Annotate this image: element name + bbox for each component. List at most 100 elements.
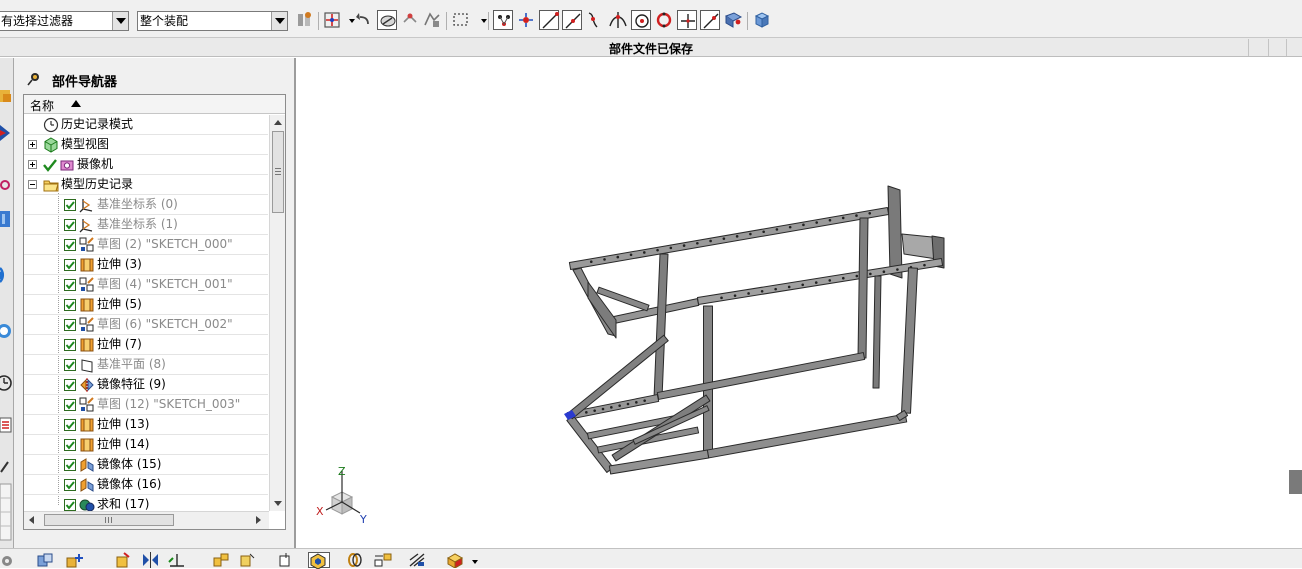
resize-handle[interactable] xyxy=(1289,470,1302,494)
chevron-down-icon[interactable] xyxy=(112,12,128,30)
column-header-name[interactable]: 名称 xyxy=(30,97,54,114)
feature-checkbox[interactable] xyxy=(64,359,76,371)
history-tab-icon[interactable] xyxy=(0,320,13,342)
feature-checkbox[interactable] xyxy=(64,279,76,291)
feature-checkbox[interactable] xyxy=(64,299,76,311)
measure-icon[interactable] xyxy=(422,10,442,30)
snap-quadrant-icon[interactable] xyxy=(654,10,674,30)
tree-row[interactable]: 草图 (12) "SKETCH_003" xyxy=(24,395,268,415)
constraint-navigator-tab-icon[interactable] xyxy=(0,122,13,144)
frame-member[interactable] xyxy=(887,185,903,279)
tree-row[interactable]: 拉伸 (14) xyxy=(24,435,268,455)
tree-row[interactable]: 镜像特征 (9) xyxy=(24,375,268,395)
frame-member[interactable] xyxy=(706,413,908,459)
scroll-down-icon[interactable] xyxy=(274,501,282,506)
snap-existing-point-icon[interactable] xyxy=(677,10,697,30)
palette-tab-icon[interactable] xyxy=(0,482,13,542)
graphics-viewport[interactable]: Z X Y xyxy=(298,58,1302,548)
feature-checkbox[interactable] xyxy=(64,499,76,511)
frame-member[interactable] xyxy=(656,352,866,400)
show-hide-icon[interactable] xyxy=(377,10,397,30)
assembly-navigator-tab-icon[interactable] xyxy=(0,86,13,108)
link-icon[interactable] xyxy=(346,552,364,568)
feature-checkbox[interactable] xyxy=(64,339,76,351)
roles-tab-icon[interactable] xyxy=(0,456,13,478)
pin-icon[interactable] xyxy=(26,71,42,87)
tree-row[interactable]: 拉伸 (13) xyxy=(24,415,268,435)
snap-point-on-face-icon[interactable] xyxy=(723,10,743,30)
scroll-right-icon[interactable] xyxy=(256,516,261,524)
dropdown-arrow-icon[interactable] xyxy=(474,10,487,30)
dropdown-arrow-icon[interactable] xyxy=(342,10,355,30)
tree-row[interactable]: 历史记录模式 xyxy=(24,115,268,135)
frame-model[interactable] xyxy=(298,58,1302,548)
tree-row[interactable]: 基准坐标系 (1) xyxy=(24,215,268,235)
assembly-cut-icon[interactable] xyxy=(408,552,426,568)
scroll-thumb[interactable] xyxy=(44,514,174,526)
snap-line-midpoint-icon[interactable] xyxy=(562,10,582,30)
scroll-left-icon[interactable] xyxy=(29,516,34,524)
tree-row[interactable]: 基准平面 (8) xyxy=(24,355,268,375)
frame-member[interactable] xyxy=(901,267,918,414)
feature-checkbox[interactable] xyxy=(64,459,76,471)
expand-icon[interactable] xyxy=(28,160,37,169)
undo-icon[interactable] xyxy=(354,10,374,30)
frame-member[interactable] xyxy=(857,217,869,359)
horizontal-scrollbar[interactable] xyxy=(24,511,269,529)
snap-point-icon[interactable] xyxy=(323,10,343,30)
part-navigator-tab-icon[interactable] xyxy=(0,174,13,196)
cube-view-icon[interactable] xyxy=(752,10,772,30)
scroll-thumb[interactable] xyxy=(272,131,284,213)
rectangle-select-icon[interactable] xyxy=(451,10,471,30)
feature-checkbox[interactable] xyxy=(64,379,76,391)
add-component-icon[interactable] xyxy=(66,552,84,568)
tree-row[interactable]: 镜像体 (15) xyxy=(24,455,268,475)
new-component-icon[interactable] xyxy=(114,552,132,568)
tree-row[interactable]: 镜像体 (16) xyxy=(24,475,268,495)
select-all-icon[interactable] xyxy=(294,10,314,30)
snap-intersection-icon[interactable] xyxy=(608,10,628,30)
gear-icon[interactable] xyxy=(0,552,18,568)
frame-member[interactable] xyxy=(653,253,669,399)
collapse-icon[interactable] xyxy=(28,180,37,189)
clearance-analysis-icon[interactable] xyxy=(446,552,464,568)
snap-control-point-icon[interactable] xyxy=(585,10,605,30)
feature-tree[interactable]: 名称 历史记录模式 模型视图 摄像机 模型历史记录 基准坐标系 (0) 基准坐标系 (1)… xyxy=(23,94,286,530)
exploded-view-icon[interactable] xyxy=(374,552,392,568)
constraint-icon[interactable] xyxy=(212,552,230,568)
assembly-scope-dropdown[interactable]: 整个装配 xyxy=(137,11,288,31)
chevron-down-icon[interactable] xyxy=(271,12,287,30)
tree-row[interactable]: 拉伸 (3) xyxy=(24,255,268,275)
vertical-scrollbar[interactable] xyxy=(269,115,285,511)
reuse-library-tab-icon[interactable] xyxy=(0,208,13,230)
tree-row[interactable]: 草图 (4) "SKETCH_001" xyxy=(24,275,268,295)
selection-filter-dropdown[interactable]: 有选择过滤器 xyxy=(0,11,129,31)
tree-row[interactable]: 草图 (2) "SKETCH_000" xyxy=(24,235,268,255)
feature-checkbox[interactable] xyxy=(64,439,76,451)
scroll-up-icon[interactable] xyxy=(274,120,282,125)
feature-checkbox[interactable] xyxy=(64,219,76,231)
feature-checkbox[interactable] xyxy=(64,419,76,431)
dropdown-arrow-icon[interactable] xyxy=(466,552,478,568)
tree-row[interactable]: 基准坐标系 (0) xyxy=(24,195,268,215)
system-materials-tab-icon[interactable] xyxy=(0,414,13,436)
snap-endpoint-icon[interactable] xyxy=(493,10,513,30)
sequence-icon[interactable] xyxy=(276,552,294,568)
snap-line-endpoint-icon[interactable] xyxy=(539,10,559,30)
tree-row[interactable]: 草图 (6) "SKETCH_002" xyxy=(24,315,268,335)
assembly-icon[interactable] xyxy=(36,552,54,568)
feature-checkbox[interactable] xyxy=(64,319,76,331)
tree-row[interactable]: 摄像机 xyxy=(24,155,268,175)
point-constructor-icon[interactable] xyxy=(400,10,420,30)
feature-checkbox[interactable] xyxy=(64,479,76,491)
tree-row[interactable]: 模型视图 xyxy=(24,135,268,155)
frame-member[interactable] xyxy=(872,275,882,389)
feature-checkbox[interactable] xyxy=(64,259,76,271)
tree-row[interactable]: 拉伸 (5) xyxy=(24,295,268,315)
frame-member[interactable] xyxy=(568,207,890,270)
frame-member[interactable] xyxy=(703,305,713,457)
mirror-assembly-icon[interactable] xyxy=(142,552,160,568)
move-component-icon[interactable] xyxy=(168,552,186,568)
feature-checkbox[interactable] xyxy=(64,399,76,411)
show-product-outline-icon[interactable] xyxy=(238,552,256,568)
